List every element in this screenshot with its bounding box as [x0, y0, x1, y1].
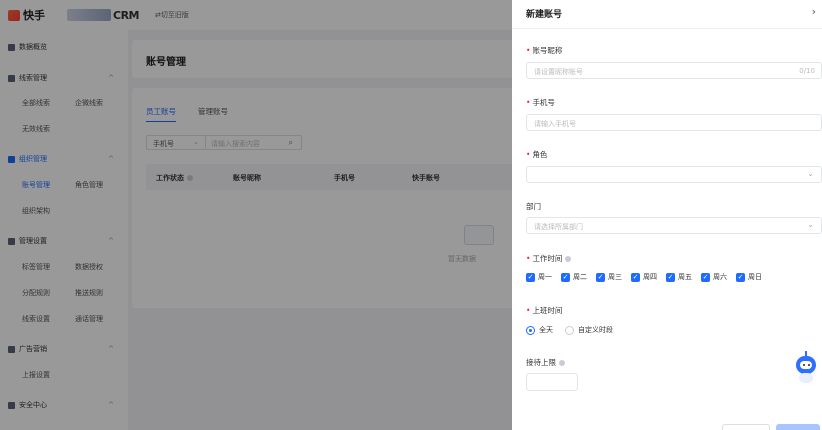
cancel-button[interactable] [722, 424, 770, 430]
close-icon[interactable]: › [812, 5, 816, 18]
phone-input[interactable]: 请输入手机号 [526, 114, 822, 131]
weekday-checkbox-wed[interactable]: ✓ 周三 [596, 272, 622, 282]
worktime-label: • 工作时间 [526, 253, 572, 264]
check-icon: ✓ [666, 272, 675, 282]
reception-limit-input[interactable] [526, 373, 578, 391]
weekday-checkbox-fri[interactable]: ✓ 周五 [666, 272, 692, 282]
weekday-checkbox-mon[interactable]: ✓ 周一 [526, 272, 552, 282]
confirm-button[interactable] [776, 424, 820, 430]
phone-placeholder: 请输入手机号 [534, 120, 576, 128]
shift-radio-group: 全天 自定义时段 [526, 325, 625, 335]
chevron-down-icon: ⌄ [807, 220, 814, 229]
weekday-checkbox-group: ✓ 周一 ✓ 周二 ✓ 周三 ✓ 周四 ✓ 周五 ✓ 周六 ✓ 周日 [526, 272, 771, 282]
check-icon: ✓ [631, 272, 640, 282]
shift-radio-custom[interactable]: 自定义时段 [565, 325, 613, 335]
department-select[interactable]: 请选择所属部门 ⌄ [526, 217, 822, 234]
drawer-title: 新建账号 [526, 10, 563, 20]
role-select[interactable]: ⌄ [526, 166, 822, 183]
shift-radio-all-day[interactable]: 全天 [526, 325, 553, 335]
check-icon: ✓ [701, 272, 710, 282]
weekday-checkbox-sat[interactable]: ✓ 周六 [701, 272, 727, 282]
shift-label: • 上班时间 [526, 306, 563, 315]
check-icon: ✓ [526, 272, 535, 282]
check-icon: ✓ [561, 272, 570, 282]
phone-label: • 手机号 [526, 98, 555, 107]
role-label: • 角色 [526, 150, 548, 159]
check-icon: ✓ [736, 272, 745, 282]
nickname-char-count: 0/10 [799, 67, 815, 75]
nickname-label: • 账号昵称 [526, 46, 563, 55]
info-icon [559, 360, 565, 366]
chevron-down-icon: ⌄ [807, 169, 814, 178]
weekday-checkbox-sun[interactable]: ✓ 周日 [736, 272, 762, 282]
check-icon: ✓ [596, 272, 605, 282]
reception-limit-label: 接待上限 [526, 357, 565, 368]
department-label: 部门 [526, 202, 541, 211]
assistant-robot-icon[interactable] [792, 351, 820, 385]
new-account-drawer: 新建账号 › • 账号昵称 请设置昵称账号 0/10 • 手机号 请输入手机号 • 角… [512, 0, 822, 430]
weekday-checkbox-tue[interactable]: ✓ 周二 [561, 272, 587, 282]
info-icon [565, 256, 572, 262]
department-placeholder: 请选择所属部门 [534, 223, 583, 231]
divider [512, 28, 822, 29]
weekday-checkbox-thu[interactable]: ✓ 周四 [631, 272, 657, 282]
nickname-placeholder: 请设置昵称账号 [534, 68, 583, 76]
nickname-input[interactable]: 请设置昵称账号 0/10 [526, 62, 822, 79]
